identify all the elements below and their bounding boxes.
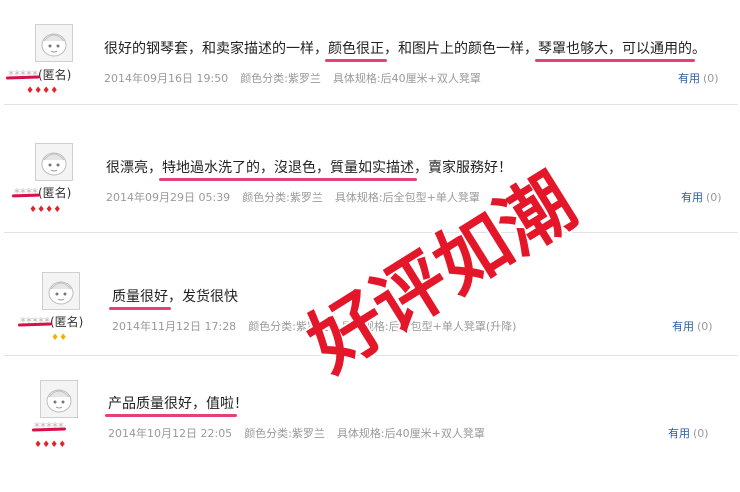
review-meta: 2014年10月12日 22:05 颜色分类:紫罗兰 具体规格:后40厘米+双人凳罩 <box>108 425 497 441</box>
avatar[interactable] <box>35 24 73 62</box>
highlighted-phrase: 沒退色， <box>271 157 333 181</box>
review-text: ，发货很快 <box>168 289 238 305</box>
review-date: 2014年09月16日 19:50 <box>104 72 229 85</box>
highlighted-phrase: 特地過水洗了的， <box>159 157 277 181</box>
useful-count: (0) <box>706 191 722 204</box>
review-text: 很好的钢琴套，和卖家描述的一样， <box>104 41 328 57</box>
review-meta: 2014年11月12日 17:28 颜色分类:紫罗兰 具体规格:后全包型+单人凳罩(… <box>112 318 528 334</box>
reviewer-name: ****(匿名) <box>14 186 72 200</box>
size-spec: 具体规格:后40厘米+双人凳罩 <box>332 72 481 85</box>
highlighted-phrase: 颜色很正 <box>325 38 387 62</box>
review-text: ，和图片上的颜色一样， <box>384 41 538 57</box>
review-text: 很漂亮， <box>106 160 162 176</box>
avatar-face-icon <box>46 389 72 413</box>
avatar[interactable] <box>35 143 73 181</box>
review-text: 。 <box>692 41 706 57</box>
review-date: 2014年11月12日 17:28 <box>112 320 237 333</box>
review-meta: 2014年09月16日 19:50 颜色分类:紫罗兰 具体规格:后40厘米+双人凳罩 <box>104 70 493 86</box>
color-spec: 颜色分类:紫罗兰 <box>248 320 329 333</box>
useful-label[interactable]: 有用 <box>681 191 703 204</box>
review-content: 质量很好，发货很快 <box>109 286 238 310</box>
useful-button[interactable]: 有用 (0) <box>678 70 719 86</box>
credit-badge-icon: ♦♦♦♦ <box>29 205 62 215</box>
review-content: 很漂亮，特地過水洗了的，沒退色，質量如实描述，賣家服務好！ <box>106 157 512 181</box>
credit-badge-icon: ♦♦♦♦ <box>34 440 67 450</box>
divider <box>4 232 738 233</box>
avatar-face-icon <box>48 281 74 305</box>
credit-badge-icon: ♦♦♦♦ <box>26 86 59 96</box>
review-meta: 2014年09月29日 05:39 颜色分类:紫罗兰 具体规格:后全包型+单人凳罩 <box>106 189 492 205</box>
highlighted-phrase: 琴罩也够大，可以通用的 <box>535 38 695 62</box>
reviewer-name: ***** <box>34 420 64 434</box>
color-spec: 颜色分类:紫罗兰 <box>240 72 321 85</box>
divider <box>4 355 738 356</box>
reviewer-name: *****(匿名) <box>20 315 84 329</box>
highlighted-phrase: 质量很好 <box>109 286 171 310</box>
size-spec: 具体规格:后40厘米+双人凳罩 <box>336 427 485 440</box>
avatar-face-icon <box>41 152 67 176</box>
size-spec: 具体规格:后全包型+单人凳罩(升降) <box>340 320 517 333</box>
review-text: ！ <box>234 396 248 412</box>
size-spec: 具体规格:后全包型+单人凳罩 <box>334 191 480 204</box>
useful-label[interactable]: 有用 <box>668 427 690 440</box>
credit-badge-icon: ♦♦ <box>51 333 68 343</box>
review-date: 2014年09月29日 05:39 <box>106 191 231 204</box>
useful-label[interactable]: 有用 <box>678 72 700 85</box>
highlighted-phrase: 質量如实描述 <box>327 157 417 181</box>
useful-button[interactable]: 有用 (0) <box>672 318 713 334</box>
useful-count: (0) <box>697 320 713 333</box>
review-date: 2014年10月12日 22:05 <box>108 427 233 440</box>
useful-count: (0) <box>693 427 709 440</box>
useful-label[interactable]: 有用 <box>672 320 694 333</box>
review-content: 很好的钢琴套，和卖家描述的一样，颜色很正，和图片上的颜色一样，琴罩也够大，可以通… <box>104 38 706 62</box>
avatar-face-icon <box>41 33 67 57</box>
color-spec: 颜色分类:紫罗兰 <box>242 191 323 204</box>
reviewer-name: *****(匿名) <box>8 68 72 82</box>
avatar[interactable] <box>40 380 78 418</box>
praise-stamp-overlay: 好评如潮 <box>291 157 592 380</box>
divider <box>4 104 738 105</box>
useful-button[interactable]: 有用 (0) <box>668 425 709 441</box>
useful-count: (0) <box>703 72 719 85</box>
highlighted-phrase: 产品质量很好，值啦 <box>105 393 237 417</box>
avatar[interactable] <box>42 272 80 310</box>
review-content: 产品质量很好，值啦！ <box>105 393 248 417</box>
useful-button[interactable]: 有用 (0) <box>681 189 722 205</box>
review-text: ，賣家服務好！ <box>414 160 512 176</box>
color-spec: 颜色分类:紫罗兰 <box>244 427 325 440</box>
